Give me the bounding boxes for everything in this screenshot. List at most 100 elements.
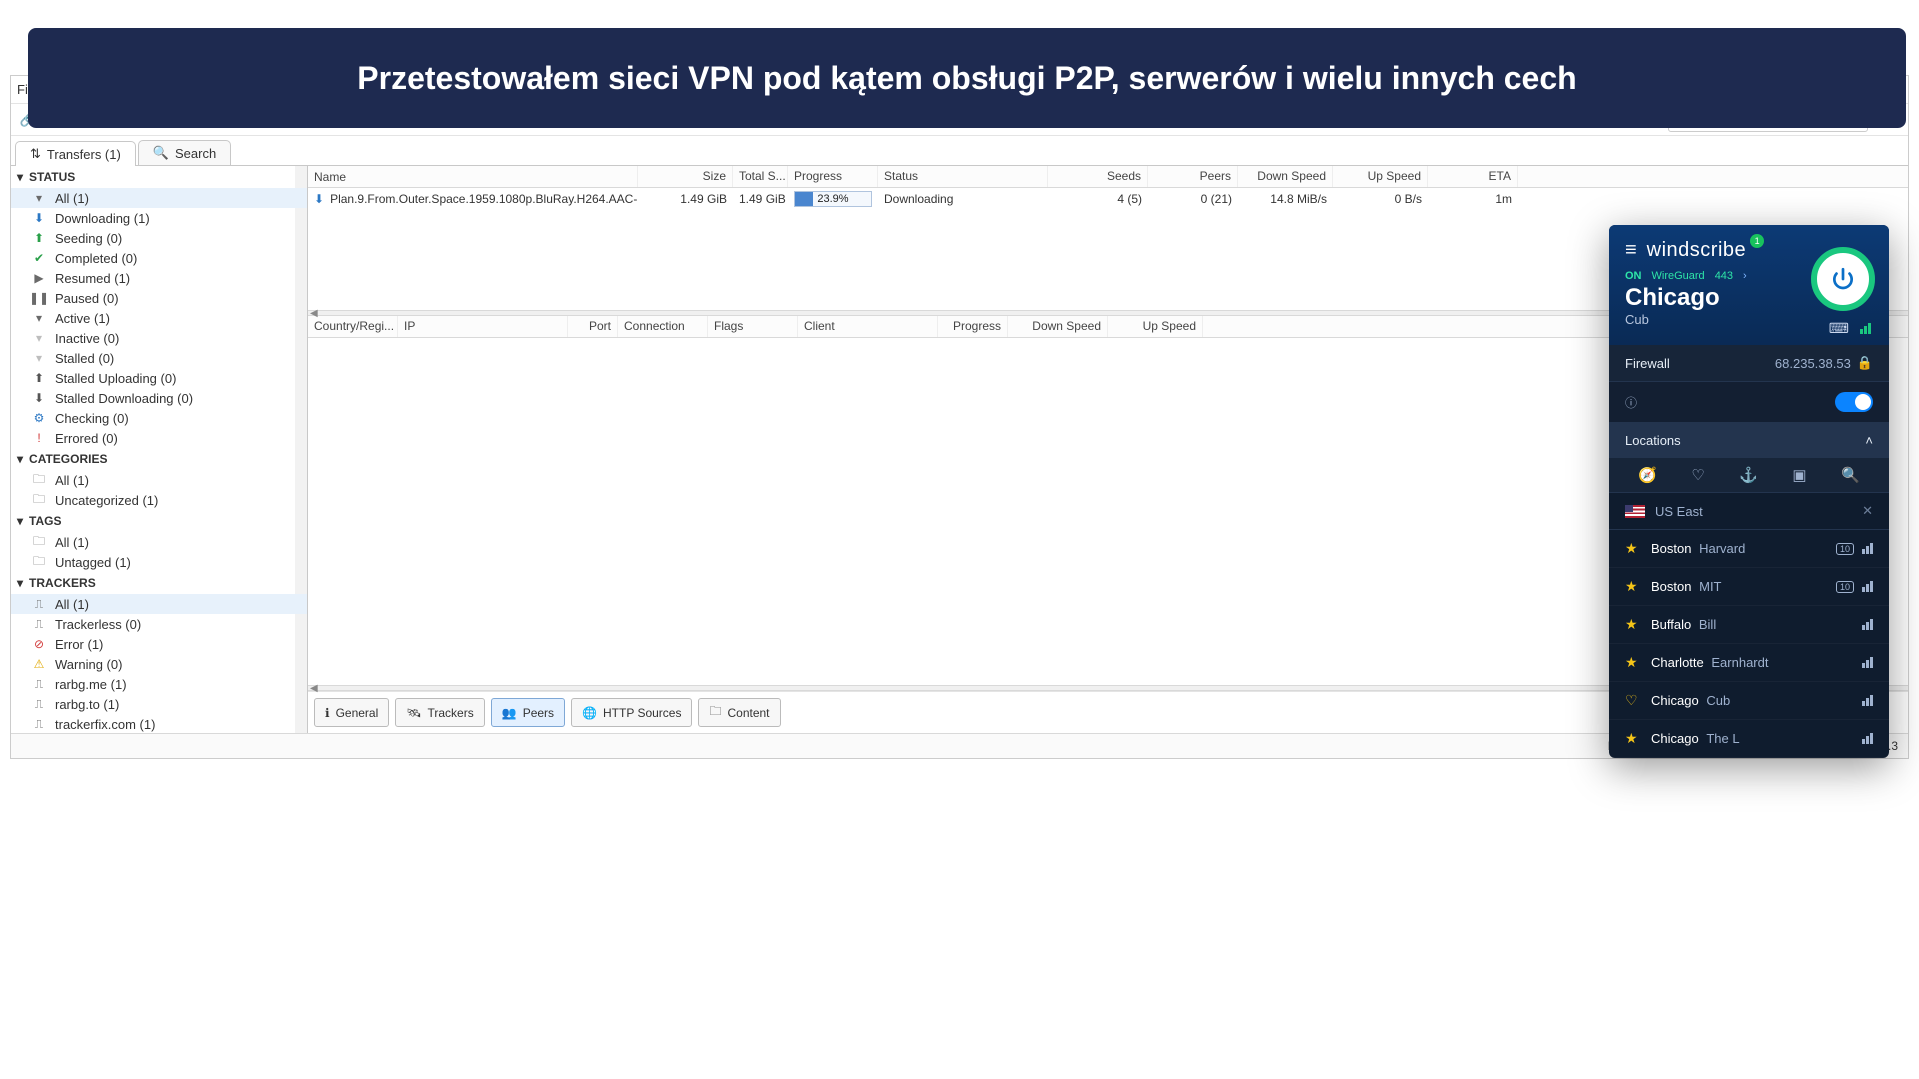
section-header[interactable]: ▾TAGS: [11, 510, 307, 532]
compass-icon[interactable]: 🧭: [1638, 466, 1657, 484]
col-eta[interactable]: ETA: [1428, 166, 1518, 187]
ws-region-row[interactable]: US East ✕: [1609, 493, 1889, 530]
sidebar-item[interactable]: ⊘ Error (1): [11, 634, 307, 654]
downloading-icon: ⬇: [314, 192, 324, 206]
close-icon[interactable]: ✕: [1862, 503, 1873, 519]
section-header[interactable]: ▾CATEGORIES: [11, 448, 307, 470]
sidebar-item[interactable]: ▾ Stalled (0): [11, 348, 307, 368]
server-item[interactable]: ★ Chicago The L: [1609, 720, 1889, 758]
firewall-toggle[interactable]: [1835, 392, 1873, 412]
status-icon: ▾: [31, 330, 47, 346]
torrent-up: 0 B/s: [1333, 190, 1428, 208]
sidebar-item-label: rarbg.me (1): [55, 677, 127, 692]
sidebar-item[interactable]: ▾ Inactive (0): [11, 328, 307, 348]
server-item[interactable]: ★ Boston Harvard 10: [1609, 530, 1889, 568]
info-icon[interactable]: ⓘ: [1625, 394, 1637, 411]
ws-protocol: WireGuard: [1652, 270, 1705, 282]
col-total[interactable]: Total S...: [733, 166, 788, 187]
ws-region-label: US East: [1655, 504, 1703, 519]
favorite-icon[interactable]: ★: [1625, 654, 1639, 671]
col-progress[interactable]: Progress: [788, 166, 878, 187]
sidebar-item[interactable]: ❚❚ Paused (0): [11, 288, 307, 308]
tab-transfers[interactable]: ⇅ Transfers (1): [15, 141, 136, 166]
sidebar-item[interactable]: ⚠ Warning (0): [11, 654, 307, 674]
dtab-trackers[interactable]: 🛰Trackers: [395, 698, 484, 727]
sidebar-item[interactable]: ▾ All (1): [11, 188, 307, 208]
pcol-port[interactable]: Port: [568, 316, 618, 337]
ws-filter-tabs: 🧭 ♡ ⚓ ▣ 🔍: [1609, 458, 1889, 493]
search-icon[interactable]: 🔍: [1841, 466, 1860, 484]
sidebar-item-label: All (1): [55, 473, 89, 488]
sidebar-item[interactable]: 🗀 Uncategorized (1): [11, 490, 307, 510]
sidebar-item[interactable]: 🗀 All (1): [11, 470, 307, 490]
col-size[interactable]: Size: [638, 166, 733, 187]
heart-icon[interactable]: ♡: [1691, 466, 1704, 484]
sidebar-item[interactable]: ⚙ Checking (0): [11, 408, 307, 428]
col-peers[interactable]: Peers: [1148, 166, 1238, 187]
sidebar-item-label: Stalled Downloading (0): [55, 391, 193, 406]
tab-search[interactable]: 🔍 Search: [138, 140, 231, 165]
col-down[interactable]: Down Speed: [1238, 166, 1333, 187]
sidebar-item[interactable]: ⎍ Trackerless (0): [11, 614, 307, 634]
server-item[interactable]: ★ Buffalo Bill: [1609, 606, 1889, 644]
status-icon: ⊘: [31, 636, 47, 652]
torrent-status: Downloading: [878, 190, 1048, 208]
server-item[interactable]: ★ Boston MIT 10: [1609, 568, 1889, 606]
sidebar-item[interactable]: 🗀 All (1): [11, 532, 307, 552]
status-icon: !: [31, 430, 47, 446]
col-up[interactable]: Up Speed: [1333, 166, 1428, 187]
col-status[interactable]: Status: [878, 166, 1048, 187]
sidebar-item[interactable]: ⎍ rarbg.to (1): [11, 694, 307, 714]
pcol-down[interactable]: Down Speed: [1008, 316, 1108, 337]
chevron-down-icon: ▾: [17, 452, 23, 466]
section-header[interactable]: ▾STATUS: [11, 166, 307, 188]
server-item[interactable]: ★ Charlotte Earnhardt: [1609, 644, 1889, 682]
sidebar-item[interactable]: ▶ Resumed (1): [11, 268, 307, 288]
ws-locations-header[interactable]: Locations ˄: [1609, 423, 1889, 458]
section-header[interactable]: ▾TRACKERS: [11, 572, 307, 594]
pcol-client[interactable]: Client: [798, 316, 938, 337]
status-icon: ⎍: [31, 696, 47, 712]
dtab-general[interactable]: ℹGeneral: [314, 698, 389, 727]
favorite-icon[interactable]: ♡: [1625, 692, 1639, 709]
sidebar-item[interactable]: ▾ Active (1): [11, 308, 307, 328]
sidebar-item[interactable]: ⬆ Seeding (0): [11, 228, 307, 248]
sidebar: ▾STATUS ▾ All (1) ⬇ Downloading (1) ⬆ Se…: [11, 166, 308, 733]
sidebar-item[interactable]: ✔ Completed (0): [11, 248, 307, 268]
server-city: Boston: [1651, 541, 1691, 556]
sidebar-item[interactable]: ⎍ All (1): [11, 594, 307, 614]
server-city: Chicago: [1651, 731, 1699, 746]
favorite-icon[interactable]: ★: [1625, 616, 1639, 633]
pcol-flags[interactable]: Flags: [708, 316, 798, 337]
table-row[interactable]: ⬇ Plan.9.From.Outer.Space.1959.1080p.Blu…: [308, 188, 1908, 210]
chevron-right-icon[interactable]: ›: [1743, 270, 1747, 282]
static-icon[interactable]: ▣: [1792, 466, 1806, 484]
sidebar-item[interactable]: ⎍ trackerfix.com (1): [11, 714, 307, 733]
sidebar-item[interactable]: 🗀 Untagged (1): [11, 552, 307, 572]
favorite-icon[interactable]: ★: [1625, 730, 1639, 747]
hamburger-icon[interactable]: ≡: [1625, 239, 1637, 262]
power-button[interactable]: [1811, 247, 1875, 311]
col-name[interactable]: Name: [308, 166, 638, 187]
torrent-down: 14.8 MiB/s: [1238, 190, 1333, 208]
content-icon: 🗀: [709, 702, 721, 723]
sidebar-item[interactable]: ⬆ Stalled Uploading (0): [11, 368, 307, 388]
favorite-icon[interactable]: ★: [1625, 540, 1639, 557]
pcol-up[interactable]: Up Speed: [1108, 316, 1203, 337]
pcol-country[interactable]: Country/Regi...: [308, 316, 398, 337]
col-seeds[interactable]: Seeds: [1048, 166, 1148, 187]
sidebar-item[interactable]: ⬇ Downloading (1): [11, 208, 307, 228]
dtab-content[interactable]: 🗀Content: [698, 698, 780, 727]
dtab-peers[interactable]: 👥Peers: [491, 698, 565, 727]
server-item[interactable]: ♡ Chicago Cub: [1609, 682, 1889, 720]
pcol-ip[interactable]: IP: [398, 316, 568, 337]
favorite-icon[interactable]: ★: [1625, 578, 1639, 595]
anchor-icon[interactable]: ⚓: [1739, 466, 1758, 484]
pcol-progress[interactable]: Progress: [938, 316, 1008, 337]
network-icon[interactable]: ⌨: [1829, 320, 1849, 337]
sidebar-item[interactable]: ! Errored (0): [11, 428, 307, 448]
sidebar-item[interactable]: ⎍ rarbg.me (1): [11, 674, 307, 694]
pcol-conn[interactable]: Connection: [618, 316, 708, 337]
sidebar-item[interactable]: ⬇ Stalled Downloading (0): [11, 388, 307, 408]
dtab-http[interactable]: 🌐HTTP Sources: [571, 698, 692, 727]
